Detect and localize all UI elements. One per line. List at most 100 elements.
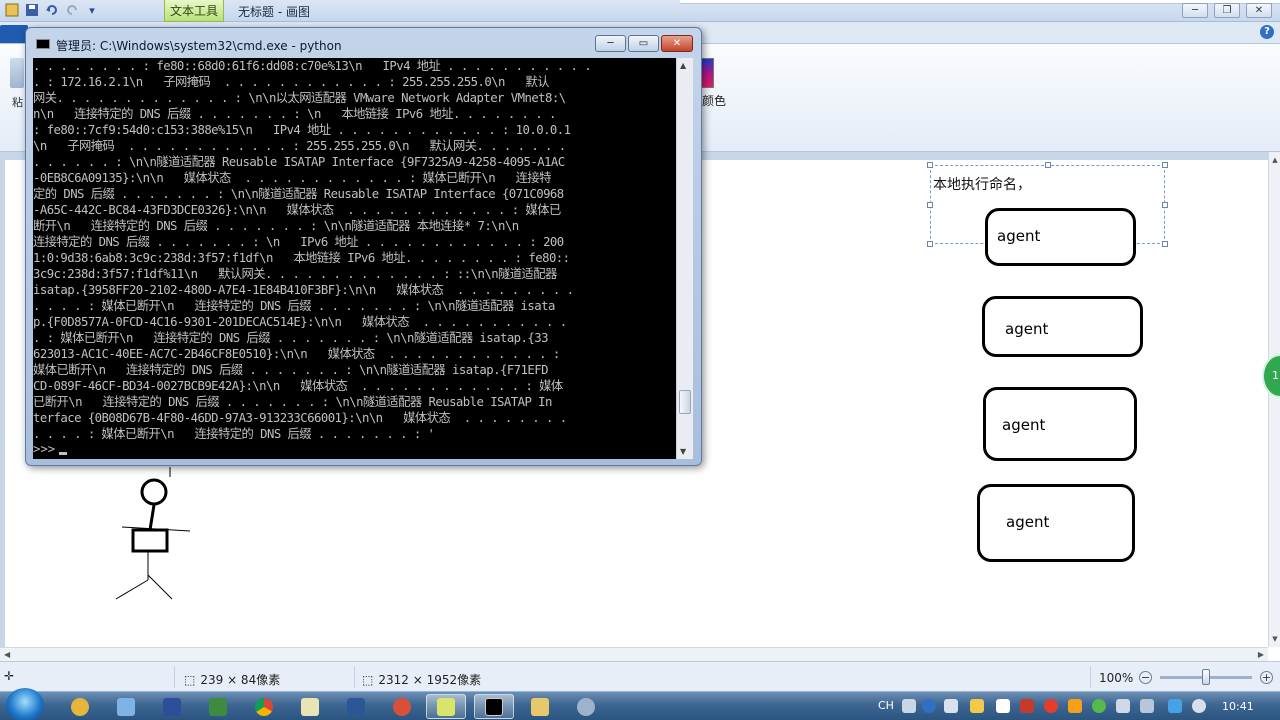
save-icon[interactable] [24,2,40,18]
redo-icon[interactable] [64,2,80,18]
console-line: 已断开\n 连接特定的 DNS 后缀 . . . . . . . : \n\n隧… [33,395,552,409]
cmd-minimize-button[interactable]: ─ [595,35,626,52]
paint-icon [437,697,455,716]
console-line: -A65C-442C-BC84-43FD3DCE0326}:\n\n 媒体状态 … [33,203,561,217]
console-line: n\n 连接特定的 DNS 后缀 . . . . . . . : \n 本地链接… [33,107,556,121]
tray-icon[interactable] [1020,699,1034,713]
agent-box: agent [985,208,1136,266]
tray-icon[interactable] [970,699,984,713]
console-scrollbar[interactable]: ▲ ▼ [676,58,693,459]
console-line: . . . . . . . . : fe80::68d0:61f6:dd08:c… [33,59,592,73]
python-prompt[interactable]: >>> [33,442,676,456]
tray-icon[interactable] [1068,699,1082,713]
canvas-vertical-scrollbar[interactable]: ▲ ▼ [1268,152,1280,647]
agent-box: agent [982,296,1143,357]
image-size-icon: ⬚ [362,672,374,687]
taskbar-app-12[interactable] [566,694,606,719]
console-line: \n 子网掩码 . . . . . . . . . . . . : 255.25… [33,139,566,153]
help-icon[interactable] [922,699,936,713]
taskbar-app-1[interactable] [60,694,100,719]
taskbar-explorer[interactable] [520,694,560,719]
close-button[interactable]: ✕ [1246,3,1272,18]
restore-button[interactable]: ❐ [1214,3,1240,18]
taskbar-chrome[interactable] [244,694,284,719]
document-title: 无标题 - 画图 [238,5,310,19]
keyboard-icon[interactable] [902,699,916,713]
customize-toolbar-icon[interactable]: ▾ [84,2,100,18]
canvas-horizontal-scrollbar[interactable]: ◀ ▶ [0,647,1268,661]
text-cursor [59,452,68,455]
cmd-window[interactable]: 管理员: C:\Windows\system32\cmd.exe - pytho… [25,27,702,466]
cmd-close-button[interactable]: ✕ [661,35,693,52]
resize-handle[interactable] [927,162,933,168]
cmd-maximize-button[interactable]: ▭ [628,35,659,52]
tray-icon[interactable] [996,699,1010,713]
help-icon[interactable]: ? [1260,25,1274,39]
console-line: 1:0:9d38:6ab8:3c9c:238d:3f57:f1df\n 本地链接… [33,251,570,265]
taskbar-notepad[interactable] [290,694,330,719]
app-icon [209,697,227,716]
scroll-up-icon[interactable]: ▲ [1271,156,1279,164]
paste-icon[interactable] [10,58,24,88]
console-line: 断开\n 连接特定的 DNS 后缀 . . . . . . . : \n\n隧道… [33,219,519,233]
chrome-icon [255,697,273,716]
word-icon [347,697,365,716]
tray-icon[interactable] [1044,699,1058,713]
tray-icon[interactable] [1116,699,1130,713]
resize-handle[interactable] [1045,162,1051,168]
console-line: p.{F0D8577A-0FCD-4C16-9301-201DECAC514E}… [33,315,567,329]
input-language[interactable]: CH [878,699,894,712]
taskbar-app-4[interactable] [198,694,238,719]
app-icon [117,697,135,716]
system-tray: CH [872,692,1280,720]
scroll-left-icon[interactable]: ◀ [4,650,10,659]
scroll-up-icon[interactable]: ▲ [680,61,686,70]
paint-app-icon[interactable] [4,2,20,18]
zoom-in-button[interactable]: + [1260,671,1273,684]
console-output[interactable]: . . . . . . . . : fe80::68d0:61f6:dd08:c… [33,58,676,459]
selection-icon: ⬚ [184,672,196,687]
start-button[interactable] [6,688,44,720]
zoom-out-button[interactable]: − [1139,671,1152,684]
tray-icon[interactable] [944,699,958,713]
resize-handle[interactable] [927,241,933,247]
resize-handle[interactable] [1162,241,1168,247]
resize-handle[interactable] [1162,162,1168,168]
network-icon[interactable] [1140,699,1154,713]
console-line: : fe80::7cf9:54d0:c153:388e%15\n IPv4 地址… [33,123,571,137]
resize-handle[interactable] [927,202,933,208]
paint-title-bar: ▾ 文本工具 无标题 - 画图 ─ ❐ ✕ [0,0,1280,22]
cmd-app-icon[interactable] [36,39,50,49]
edit-colors-icon[interactable] [700,58,714,88]
taskbar-app-2[interactable] [106,694,146,719]
tray-icon[interactable] [1092,699,1106,713]
agent-label: agent [1002,416,1046,434]
agent-label: agent [997,227,1041,245]
taskbar-word[interactable] [336,694,376,719]
image-size-text: 2312 × 1952像素 [378,673,482,687]
resize-handle[interactable] [1162,202,1168,208]
scroll-right-icon[interactable]: ▶ [1258,650,1264,659]
taskbar-app-3[interactable] [152,694,192,719]
tray-icon[interactable] [1168,699,1182,713]
undo-icon[interactable] [44,2,60,18]
edit-colors-label[interactable]: 颜色 [702,92,726,109]
zoom-slider-thumb[interactable] [1202,669,1210,685]
taskbar-cmd[interactable] [474,694,514,719]
text-tools-context-tab[interactable]: 文本工具 [164,0,224,22]
minimize-button[interactable]: ─ [1182,3,1208,18]
text-box-content[interactable]: 本地执行命名， [933,174,1031,194]
console-line: isatap.{3958FF20-2102-480D-A7E4-1E84B410… [33,283,574,297]
taskbar-app-8[interactable] [382,694,422,719]
file-menu-tab[interactable] [0,25,28,43]
scrollbar-thumb[interactable] [679,390,691,414]
folder-icon [531,697,549,716]
cmd-window-title: 管理员: C:\Windows\system32\cmd.exe - pytho… [56,39,342,53]
taskbar-paint[interactable] [426,694,466,719]
scroll-down-icon[interactable]: ▼ [1271,635,1279,643]
clock[interactable]: 10:41 [1222,700,1254,713]
app-icon [577,697,595,716]
volume-icon[interactable] [1192,699,1206,713]
console-line: . . . . : 媒体已断开\n 连接特定的 DNS 后缀 . . . . .… [33,299,555,313]
scroll-down-icon[interactable]: ▼ [680,447,686,456]
